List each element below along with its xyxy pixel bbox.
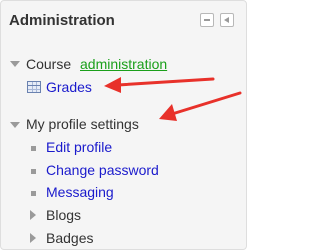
change-password-link[interactable]: Change password <box>46 162 159 178</box>
bullet-icon <box>31 146 36 151</box>
bullet-icon <box>31 169 36 174</box>
expanded-arrow-icon[interactable] <box>10 122 20 128</box>
block-header: Administration <box>1 1 246 39</box>
course-label: Course <box>26 56 72 72</box>
block-title: Administration <box>9 12 115 29</box>
blogs-item[interactable]: Blogs <box>46 207 81 223</box>
expanded-arrow-icon[interactable] <box>10 61 20 67</box>
administration-block: Administration Course administration Gra… <box>0 0 247 250</box>
badges-item[interactable]: Badges <box>46 230 93 246</box>
edit-profile-link[interactable]: Edit profile <box>46 139 112 155</box>
grades-link[interactable]: Grades <box>46 79 92 95</box>
collapse-left-icon[interactable] <box>220 13 234 27</box>
my-profile-settings-label[interactable]: My profile settings <box>26 116 139 132</box>
collapsed-arrow-icon[interactable] <box>30 233 36 243</box>
course-administration-link[interactable]: administration <box>80 56 167 72</box>
dock-icon[interactable] <box>200 13 214 27</box>
collapsed-arrow-icon[interactable] <box>30 210 36 220</box>
bullet-icon <box>31 191 36 196</box>
messaging-link[interactable]: Messaging <box>46 184 114 200</box>
grades-table-icon <box>27 81 41 93</box>
